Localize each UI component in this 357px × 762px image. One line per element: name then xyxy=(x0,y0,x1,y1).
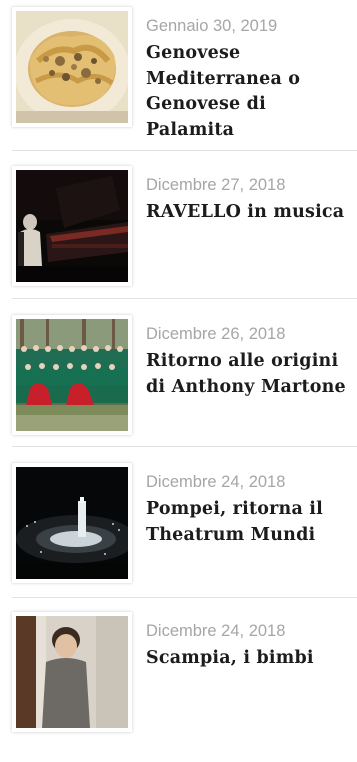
post-item[interactable]: Dicembre 24, 2018 Scampia, i bimbi xyxy=(12,612,357,762)
post-item[interactable]: Dicembre 24, 2018 Pompei, ritorna il The… xyxy=(12,463,357,613)
post-thumbnail[interactable] xyxy=(12,7,132,127)
post-item[interactable]: Dicembre 27, 2018 RAVELLO in musica xyxy=(12,166,357,316)
post-date: Gennaio 30, 2019 xyxy=(146,17,278,35)
post-separator xyxy=(12,597,357,598)
post-thumbnail[interactable] xyxy=(12,612,132,732)
pianist-concert-image xyxy=(16,170,128,282)
post-title-link[interactable]: RAVELLO in musica xyxy=(146,200,357,226)
post-separator xyxy=(12,298,357,299)
pianist-concert-photo[interactable] xyxy=(16,170,128,282)
post-date: Dicembre 24, 2018 xyxy=(146,473,286,491)
post-thumbnail[interactable] xyxy=(12,463,132,583)
child-portrait-photo[interactable] xyxy=(16,616,128,728)
pasta-dish-image xyxy=(16,11,128,123)
post-separator xyxy=(12,446,357,447)
night-theatre-image xyxy=(16,467,128,579)
post-date: Dicembre 26, 2018 xyxy=(146,325,286,343)
choir-group-photo[interactable] xyxy=(16,319,128,431)
post-item[interactable]: Gennaio 30, 2019 Genovese Mediterranea o… xyxy=(12,7,357,157)
post-title-link[interactable]: Pompei, ritorna il Theatrum Mundi xyxy=(146,497,357,548)
child-portrait-image xyxy=(16,616,128,728)
post-separator xyxy=(12,150,357,151)
post-title-link[interactable]: Scampia, i bimbi xyxy=(146,646,357,672)
pasta-dish-photo[interactable] xyxy=(16,11,128,123)
post-thumbnail[interactable] xyxy=(12,315,132,435)
night-theatre-photo[interactable] xyxy=(16,467,128,579)
post-title-link[interactable]: Ritorno alle origini di Anthony Martone xyxy=(146,349,357,400)
post-date: Dicembre 27, 2018 xyxy=(146,176,286,194)
post-thumbnail[interactable] xyxy=(12,166,132,286)
post-title-link[interactable]: Genovese Mediterranea o Genovese di Pala… xyxy=(146,41,357,143)
post-date: Dicembre 24, 2018 xyxy=(146,622,286,640)
choir-group-image xyxy=(16,319,128,431)
post-item[interactable]: Dicembre 26, 2018 Ritorno alle origini d… xyxy=(12,315,357,465)
